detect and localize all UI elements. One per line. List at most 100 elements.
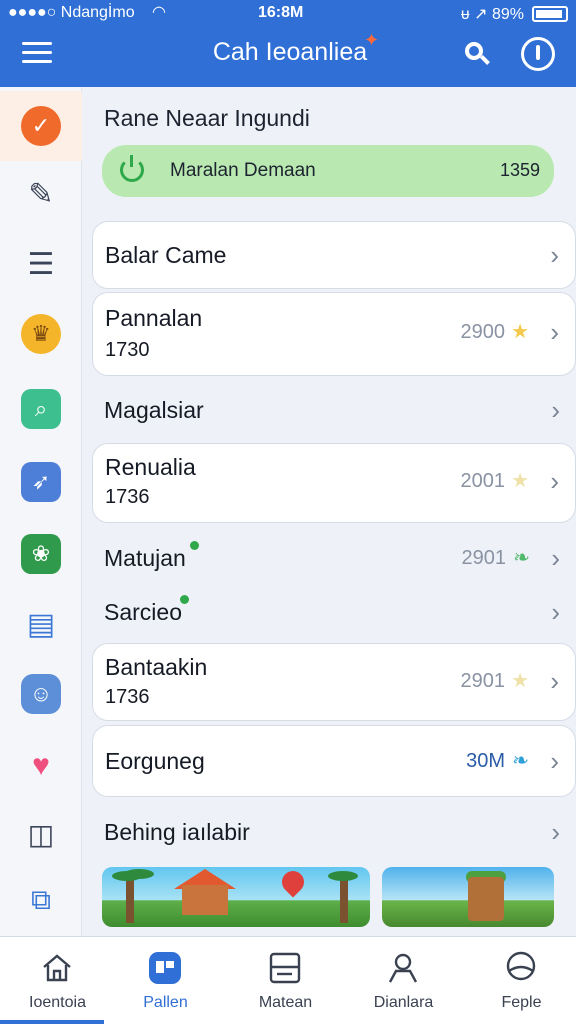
tab-label: Dianlara xyxy=(373,994,434,1011)
screen-icon: ◫ xyxy=(27,818,55,850)
rail-item-heart[interactable]: ♥ xyxy=(0,731,82,801)
rail-item-badge[interactable]: ⧉ xyxy=(0,865,82,935)
status-pill[interactable]: Maralan Demaan 1359 xyxy=(102,145,554,197)
item-name: Pannalan xyxy=(105,305,203,331)
star-icon: ★ xyxy=(511,321,529,343)
lamp-icon: ♛ xyxy=(21,314,61,354)
star-icon: ★ xyxy=(511,470,529,492)
bottom-tab-bar: Ioentoia Pallen Matean Dianlara Feple xyxy=(0,936,576,1024)
rail-item-rocket[interactable]: ➶ xyxy=(0,447,82,517)
rail-item-pencil[interactable]: ✎ xyxy=(0,159,82,229)
top-app-bar: ●●●●○ Ndangİmo ◠ 16:8M ᵾ ↗ 89% Cah Ieoan… xyxy=(0,0,576,87)
avatar-icon: ☺ xyxy=(21,674,61,714)
app-title: Cah Ieoanliea xyxy=(212,38,368,66)
rail-item-folder[interactable]: ▤ xyxy=(0,589,82,659)
search-icon: ⌕ xyxy=(21,389,61,429)
tab-indicator xyxy=(0,1020,104,1024)
power-icon xyxy=(120,155,144,182)
chevron-right-icon: › xyxy=(551,395,560,425)
home-icon xyxy=(43,954,71,982)
item-sub: 1736 xyxy=(105,686,150,708)
person-icon xyxy=(388,953,418,983)
chevron-right-icon: › xyxy=(551,817,560,847)
search-icon[interactable] xyxy=(461,38,493,70)
item-name: Eorguneg xyxy=(105,748,205,774)
list-item[interactable]: Sarcieo › xyxy=(92,585,576,637)
item-score: 2901 xyxy=(461,547,507,569)
promo-banner[interactable] xyxy=(382,867,554,927)
item-sub: 1730 xyxy=(105,339,150,361)
list-item[interactable]: Balar Came › xyxy=(92,221,576,289)
star-icon: ★ xyxy=(511,670,529,692)
character-illustration xyxy=(468,877,504,921)
tab-label: Pallen xyxy=(143,994,188,1011)
item-score: 30M xyxy=(466,750,505,772)
item-name: Matujan xyxy=(104,545,186,571)
rail-item-screen[interactable]: ◫ xyxy=(0,799,82,869)
section-title: Rane Neaar Ingundi xyxy=(104,105,310,131)
status-right: ᵾ ↗ 89% xyxy=(460,6,524,23)
leaf-icon xyxy=(190,541,199,550)
battery-icon xyxy=(532,6,568,22)
item-name: Renualia xyxy=(105,454,196,480)
chevron-right-icon: › xyxy=(550,746,559,776)
wifi-icon: ◠ xyxy=(152,4,166,21)
clock: 16:8M xyxy=(258,4,304,21)
item-score: 2900 xyxy=(460,321,506,343)
tab-label: Ioentoia xyxy=(29,994,86,1011)
list-item[interactable]: Behing iaılabir › xyxy=(92,803,576,859)
rocket-icon: ➶ xyxy=(21,462,61,502)
rail-item-lamp[interactable]: ♛ xyxy=(0,299,82,369)
profile-icon xyxy=(506,951,536,981)
item-name: Balar Came xyxy=(105,242,227,268)
tab-home[interactable]: Ioentoia xyxy=(0,937,115,1024)
check-icon: ✓ xyxy=(21,106,61,146)
rail-item-list[interactable]: ☰ xyxy=(0,229,82,299)
folder-icon: ▤ xyxy=(26,607,56,641)
leaf-icon: ❧ xyxy=(513,547,530,569)
power-icon[interactable] xyxy=(521,37,555,71)
pill-label: Maralan Demaan xyxy=(170,160,316,181)
tab-feple[interactable]: Feple xyxy=(464,937,576,1024)
tab-dianlara[interactable]: Dianlara xyxy=(346,937,461,1024)
item-name: Sarcieo xyxy=(104,599,182,625)
item-name: Behing iaılabir xyxy=(104,819,250,845)
tab-label: Matean xyxy=(258,994,313,1011)
chevron-right-icon: › xyxy=(551,543,560,573)
badge-icon: ⧉ xyxy=(31,883,51,915)
item-sub: 1736 xyxy=(105,486,150,508)
list-item[interactable]: Bantaakin 1736 2901 ★ › xyxy=(92,643,576,721)
rail-item-avatar[interactable]: ☺ xyxy=(0,659,82,729)
pill-value: 1359 xyxy=(499,160,540,180)
chevron-right-icon: › xyxy=(550,240,559,270)
side-rail: ✓ ✎ ☰ ♛ ⌕ ➶ ❀ ▤ ☺ ♥ ◫ ⧉ xyxy=(0,87,82,936)
map-pin-icon xyxy=(277,867,309,898)
item-name: Bantaakin xyxy=(105,654,208,680)
chevron-right-icon: › xyxy=(551,597,560,627)
status-bar: ●●●●○ Ndangİmo ◠ 16:8M ᵾ ↗ 89% xyxy=(0,0,576,28)
leaf-icon xyxy=(180,595,189,604)
list-item[interactable]: Pannalan 1730 2900 ★ › xyxy=(92,292,576,376)
garden-icon: ❀ xyxy=(21,534,61,574)
item-score: 2901 xyxy=(460,670,506,692)
list-item[interactable]: Magalsiar › xyxy=(92,379,576,441)
pencil-icon: ✎ xyxy=(28,177,54,211)
tab-pallen[interactable]: Pallen xyxy=(108,937,223,1024)
menu-icon[interactable] xyxy=(22,40,56,66)
promo-banner[interactable] xyxy=(102,867,370,927)
chevron-right-icon: › xyxy=(550,666,559,696)
leaf-icon: ❧ xyxy=(512,750,529,772)
grid-icon xyxy=(149,952,181,984)
list-item[interactable]: Matujan 2901 ❧ › xyxy=(92,531,576,583)
main-content: Rane Neaar Ingundi Maralan Demaan 1359 B… xyxy=(82,87,576,936)
rail-item-search[interactable]: ⌕ xyxy=(0,374,82,444)
list-item[interactable]: Eorguneg 30M ❧ › xyxy=(92,725,576,797)
house-illustration xyxy=(182,885,228,915)
list-item[interactable]: Renualia 1736 2001 ★ › xyxy=(92,443,576,523)
list-icon: ☰ xyxy=(27,247,55,281)
item-score: 2001 xyxy=(460,470,506,492)
tab-matean[interactable]: Matean xyxy=(228,937,343,1024)
tab-label: Feple xyxy=(501,994,542,1011)
rail-item-check[interactable]: ✓ xyxy=(0,91,82,161)
rail-item-garden[interactable]: ❀ xyxy=(0,519,82,589)
